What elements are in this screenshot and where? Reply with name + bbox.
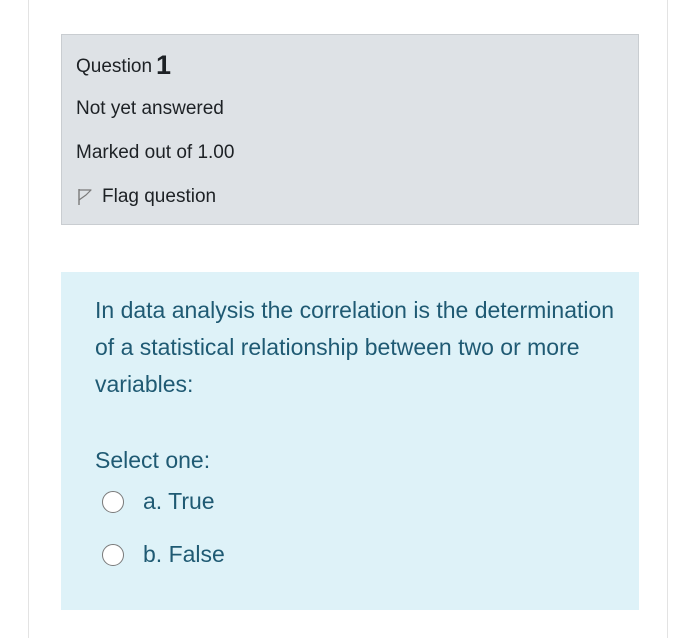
- answer-option-true[interactable]: a. True: [102, 488, 215, 515]
- question-content-panel: In data analysis the correlation is the …: [61, 272, 639, 610]
- question-label: Question: [76, 56, 153, 77]
- question-info-panel: Question 1 Not yet answered Marked out of…: [61, 34, 639, 225]
- select-one-prompt: Select one:: [95, 447, 211, 473]
- question-grade: Marked out of 1.00: [76, 142, 235, 163]
- question-number-heading: Question 1: [76, 51, 171, 81]
- radio-unchecked-icon[interactable]: [102, 490, 124, 513]
- answer-option-false[interactable]: b. False: [102, 541, 225, 568]
- question-state: Not yet answered: [76, 98, 224, 119]
- answer-option-label: a. True: [143, 488, 215, 514]
- answer-option-label: b. False: [143, 541, 225, 567]
- question-text: In data analysis the correlation is the …: [95, 297, 615, 397]
- radio-unchecked-icon[interactable]: [102, 543, 124, 566]
- flag-question-label: Flag question: [102, 186, 217, 207]
- question-number: 1: [156, 50, 172, 80]
- flag-icon: [76, 188, 94, 206]
- flag-question-link[interactable]: Flag question: [76, 184, 216, 210]
